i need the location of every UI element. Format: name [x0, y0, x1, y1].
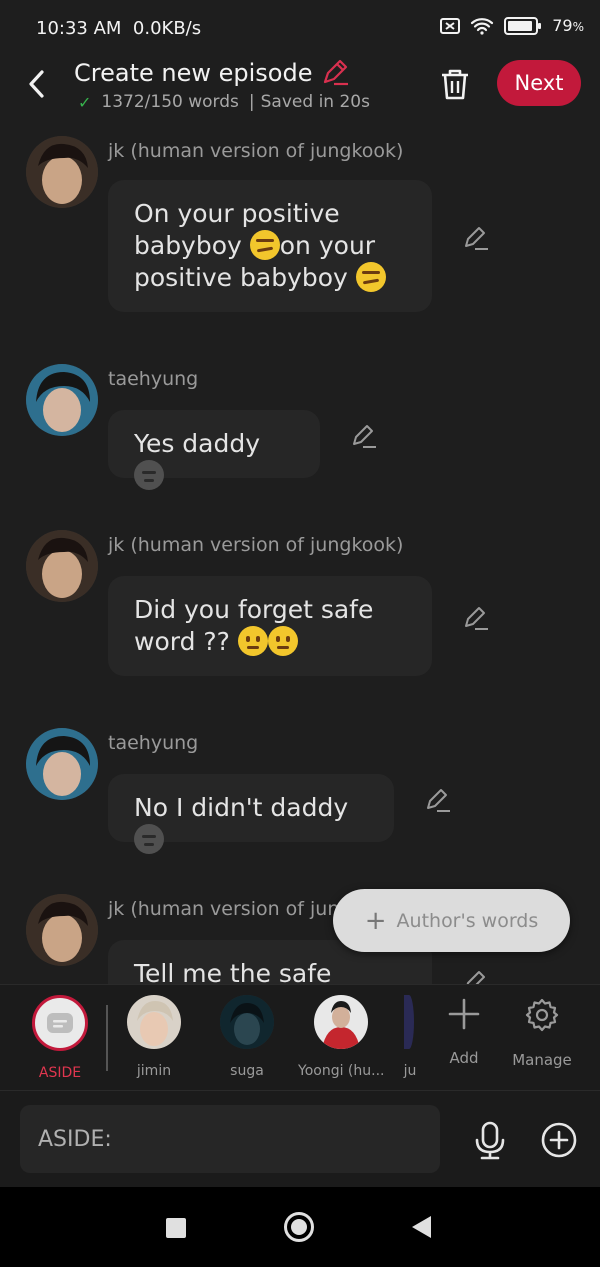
message-feed[interactable]: jk (human version of jungkook) On your p…	[0, 122, 600, 984]
character-jimin[interactable]: jimin	[114, 995, 194, 1079]
word-count: 1372/150 words	[101, 92, 239, 112]
battery-icon	[504, 16, 542, 35]
microphone-icon[interactable]	[472, 1121, 508, 1161]
avatar	[220, 995, 274, 1049]
authors-words-button[interactable]: + Author's words	[333, 889, 570, 952]
status-bar: 10:33 AM 0.0KB/s 79%	[0, 0, 600, 58]
character-bar: ASIDE jimin suga Yoongi (hu... ju Add Ma…	[0, 984, 600, 1091]
edit-message-icon[interactable]	[462, 968, 490, 984]
smirk-emoji-icon	[249, 230, 280, 260]
saved-status: Saved in 20s	[260, 92, 370, 112]
edit-message-icon[interactable]	[350, 422, 378, 450]
plus-icon: +	[364, 905, 387, 936]
page-title-text: Create new episode	[74, 59, 313, 87]
authors-words-label: Author's words	[396, 909, 539, 932]
character-label: ju	[403, 1063, 417, 1079]
author-name: jk (human version of jungkook)	[108, 534, 404, 556]
avatar-taehyung[interactable]	[26, 728, 98, 800]
plus-icon	[448, 998, 480, 1030]
divider	[106, 1005, 108, 1071]
separator: |	[248, 92, 255, 112]
manage-button[interactable]: Manage	[507, 997, 577, 1069]
character-label: ASIDE	[38, 1065, 82, 1081]
edit-message-icon[interactable]	[424, 786, 452, 814]
character-suga[interactable]: suga	[207, 995, 287, 1079]
new-moon-emoji-icon	[134, 460, 164, 490]
status-time: 10:33 AM 0.0KB/s	[36, 18, 202, 39]
avatar	[404, 995, 414, 1049]
input-bar	[0, 1090, 600, 1188]
avatar	[314, 995, 368, 1049]
author-name: jk (human version of jungkook)	[108, 140, 404, 162]
recents-icon[interactable]	[166, 1218, 186, 1238]
back-nav-icon[interactable]	[412, 1216, 431, 1238]
avatar-jk[interactable]	[26, 136, 98, 208]
message-bubble[interactable]: On your positive babyboy on your positiv…	[108, 180, 432, 312]
message-bubble[interactable]: No I didn't daddy	[108, 774, 394, 854]
status-icons: 79%	[440, 16, 584, 35]
worried-emoji-icon	[267, 626, 298, 656]
back-icon[interactable]	[22, 66, 52, 102]
character-ju[interactable]: ju	[396, 995, 424, 1079]
page-title[interactable]: Create new episode	[74, 58, 350, 88]
author-name: taehyung	[108, 732, 199, 754]
character-label: Yoongi (hu...	[298, 1063, 385, 1079]
add-circle-icon[interactable]	[540, 1121, 578, 1159]
wifi-icon	[471, 17, 494, 35]
worried-emoji-icon	[237, 626, 268, 656]
save-status: ✓ 1372/150 words | Saved in 20s	[78, 92, 370, 112]
character-label: jimin	[136, 1063, 172, 1079]
add-label: Add	[449, 1049, 479, 1067]
check-icon: ✓	[78, 92, 92, 112]
avatar-jk[interactable]	[26, 530, 98, 602]
gear-icon	[525, 998, 559, 1032]
author-name: jk (human version of jun	[108, 898, 340, 920]
edit-title-icon[interactable]	[320, 58, 350, 88]
avatar	[127, 995, 181, 1049]
character-label: suga	[230, 1063, 264, 1079]
home-icon[interactable]	[284, 1212, 314, 1242]
system-nav-bar	[0, 1187, 600, 1267]
edit-message-icon[interactable]	[462, 604, 490, 632]
header: Create new episode ✓ 1372/150 words | Sa…	[0, 58, 600, 122]
edit-message-icon[interactable]	[462, 224, 490, 252]
avatar-taehyung[interactable]	[26, 364, 98, 436]
character-aside[interactable]: ASIDE	[20, 995, 100, 1081]
character-yoongi[interactable]: Yoongi (hu...	[298, 995, 384, 1079]
chat-bubble-icon	[47, 1013, 73, 1033]
next-button[interactable]: Next	[497, 60, 581, 106]
new-moon-emoji-icon	[134, 824, 164, 854]
trash-icon[interactable]	[438, 66, 472, 102]
message-bubble[interactable]: Did you forget safe word ??	[108, 576, 432, 676]
message-input[interactable]	[20, 1105, 440, 1173]
battery-level: 79%	[552, 16, 584, 35]
sim-off-icon	[440, 17, 461, 34]
add-character-button[interactable]: Add	[429, 997, 499, 1067]
aside-avatar	[32, 995, 88, 1051]
manage-label: Manage	[512, 1051, 572, 1069]
avatar-jk[interactable]	[26, 894, 98, 966]
author-name: taehyung	[108, 368, 199, 390]
smirk-emoji-icon	[355, 262, 386, 292]
message-bubble[interactable]: Yes daddy	[108, 410, 320, 490]
